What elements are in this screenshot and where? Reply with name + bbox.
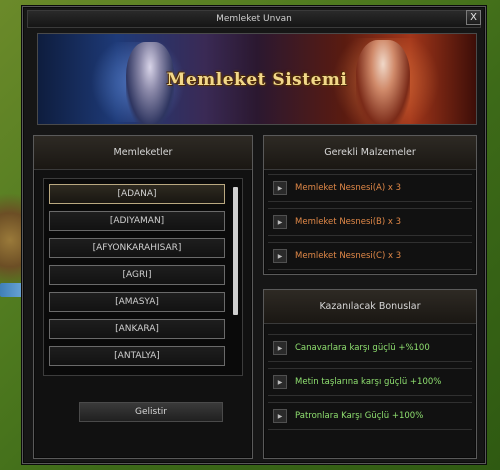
- required-panel-title: Gerekli Malzemeler: [324, 147, 416, 158]
- cities-panel-title: Memleketler: [113, 147, 173, 158]
- window-titlebar[interactable]: Memleket Unvan: [27, 10, 481, 28]
- city-item[interactable]: [AGRI]: [49, 265, 225, 285]
- city-item[interactable]: [ADIYAMAN]: [49, 211, 225, 231]
- cities-panel: Memleketler [ADANA] [ADIYAMAN] [AFYONKAR…: [33, 135, 253, 459]
- develop-button[interactable]: Gelistir: [79, 402, 223, 422]
- required-item-label: Memleket Nesnesi(C) x 3: [295, 251, 402, 261]
- required-item-label: Memleket Nesnesi(A) x 3: [295, 183, 402, 193]
- bonus-item-row: ▶ Canavarlara karşı güçlü +%100: [268, 334, 472, 362]
- required-item-row: ▶ Memleket Nesnesi(C) x 3: [268, 242, 472, 270]
- cities-panel-header: Memleketler: [34, 136, 252, 170]
- bonus-item-row: ▶ Patronlara Karşı Güçlü +100%: [268, 402, 472, 430]
- play-arrow-icon[interactable]: ▶: [273, 341, 287, 355]
- city-list-scrollbar[interactable]: [233, 187, 238, 315]
- banner-image: Memleket Sistemi: [37, 33, 477, 125]
- banner-title: Memleket Sistemi: [166, 70, 348, 90]
- city-item[interactable]: [ANTALYA]: [49, 346, 225, 366]
- memleket-window: Memleket Unvan X Memleket Sistemi Memlek…: [22, 6, 486, 464]
- play-arrow-icon[interactable]: ▶: [273, 409, 287, 423]
- bonuses-panel: Kazanılacak Bonuslar ▶ Canavarlara karşı…: [263, 289, 477, 459]
- bonus-item-label: Canavarlara karşı güçlü +%100: [295, 343, 430, 353]
- required-panel-header: Gerekli Malzemeler: [264, 136, 476, 170]
- city-item[interactable]: [AFYONKARAHISAR]: [49, 238, 225, 258]
- city-item[interactable]: [ADANA]: [49, 184, 225, 204]
- required-item-label: Memleket Nesnesi(B) x 3: [295, 217, 402, 227]
- play-arrow-icon[interactable]: ▶: [273, 215, 287, 229]
- city-item[interactable]: [AMASYA]: [49, 292, 225, 312]
- city-item[interactable]: [ANKARA]: [49, 319, 225, 339]
- required-item-row: ▶ Memleket Nesnesi(A) x 3: [268, 174, 472, 202]
- bonus-item-row: ▶ Metin taşlarına karşı güçlü +100%: [268, 368, 472, 396]
- required-item-row: ▶ Memleket Nesnesi(B) x 3: [268, 208, 472, 236]
- bonus-panel-header: Kazanılacak Bonuslar: [264, 290, 476, 324]
- play-arrow-icon[interactable]: ▶: [273, 249, 287, 263]
- play-arrow-icon[interactable]: ▶: [273, 375, 287, 389]
- required-materials-panel: Gerekli Malzemeler ▶ Memleket Nesnesi(A)…: [263, 135, 477, 275]
- city-list: [ADANA] [ADIYAMAN] [AFYONKARAHISAR] [AGR…: [43, 178, 243, 376]
- bonus-item-label: Metin taşlarına karşı güçlü +100%: [295, 377, 442, 387]
- play-arrow-icon[interactable]: ▶: [273, 181, 287, 195]
- close-button[interactable]: X: [466, 10, 481, 25]
- window-title: Memleket Unvan: [216, 14, 292, 24]
- bonus-panel-title: Kazanılacak Bonuslar: [319, 301, 421, 312]
- bonus-item-label: Patronlara Karşı Güçlü +100%: [295, 411, 424, 421]
